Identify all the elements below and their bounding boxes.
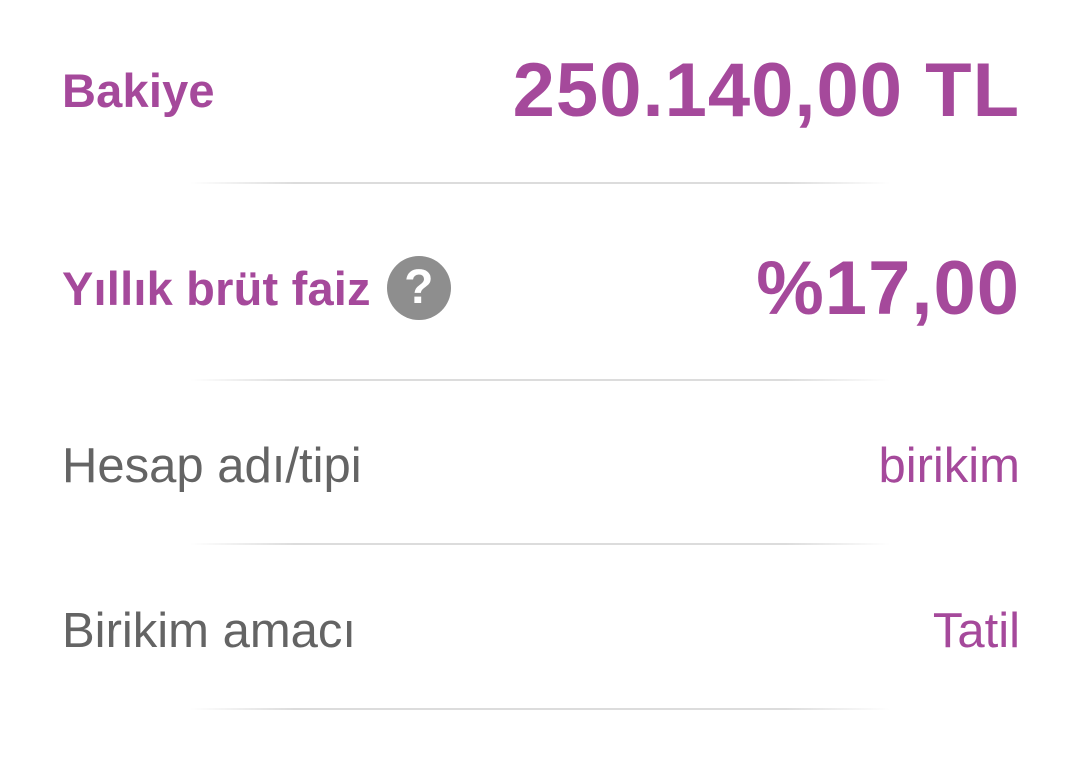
interest-rate-label: Yıllık brüt faiz (62, 261, 371, 315)
divider (190, 543, 890, 545)
account-name-row: Hesap adı/tipi birikim (62, 430, 1020, 502)
divider (190, 379, 890, 381)
interest-rate-label-group: Yıllık brüt faiz ? (62, 256, 451, 320)
balance-row: Bakiye 250.140,00 TL (62, 40, 1020, 140)
account-name-value: birikim (878, 439, 1020, 493)
savings-purpose-value: Tatil (932, 604, 1020, 658)
interest-rate-row: Yıllık brüt faiz ? %17,00 (62, 238, 1020, 338)
balance-value: 250.140,00 TL (512, 47, 1020, 133)
balance-label: Bakiye (62, 63, 215, 117)
savings-purpose-label: Birikim amacı (62, 604, 357, 658)
divider (190, 182, 890, 184)
savings-purpose-row: Birikim amacı Tatil (62, 595, 1020, 667)
account-name-label: Hesap adı/tipi (62, 439, 362, 493)
question-circle-icon[interactable]: ? (386, 256, 451, 320)
interest-rate-value: %17,00 (756, 245, 1020, 331)
divider (190, 708, 890, 710)
